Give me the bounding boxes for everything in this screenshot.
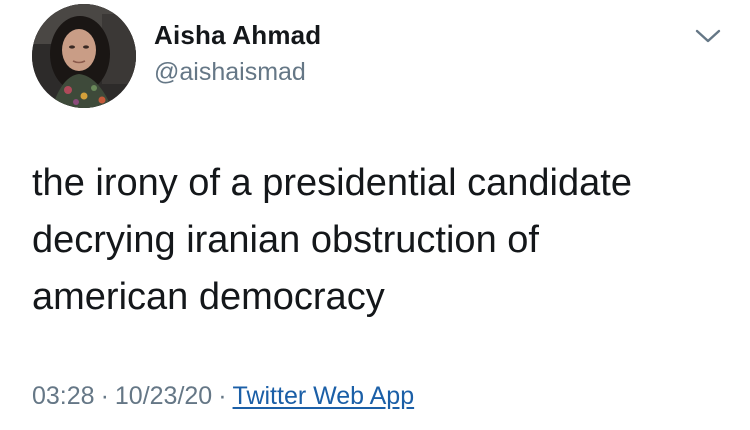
tweet-options-button[interactable] [690,22,726,50]
tweet-date: 10/23/20 [114,382,213,410]
avatar-photo [32,4,136,108]
tweet-card: Aisha Ahmad @aishaismad the irony of a p… [0,0,750,430]
display-name[interactable]: Aisha Ahmad [154,20,321,51]
meta-separator: · [100,382,109,410]
meta-separator: · [218,382,227,410]
tweet-text: the irony of a presidential candidate de… [32,162,632,318]
tweet-time: 03:28 [32,382,95,410]
avatar[interactable] [32,4,136,108]
user-handle[interactable]: @aishaismad [154,58,306,87]
tweet-source-link[interactable]: Twitter Web App [233,382,415,410]
chevron-down-icon [695,29,721,43]
tweet-metadata: 03:28 · 10/23/20 · Twitter Web App [32,382,414,411]
